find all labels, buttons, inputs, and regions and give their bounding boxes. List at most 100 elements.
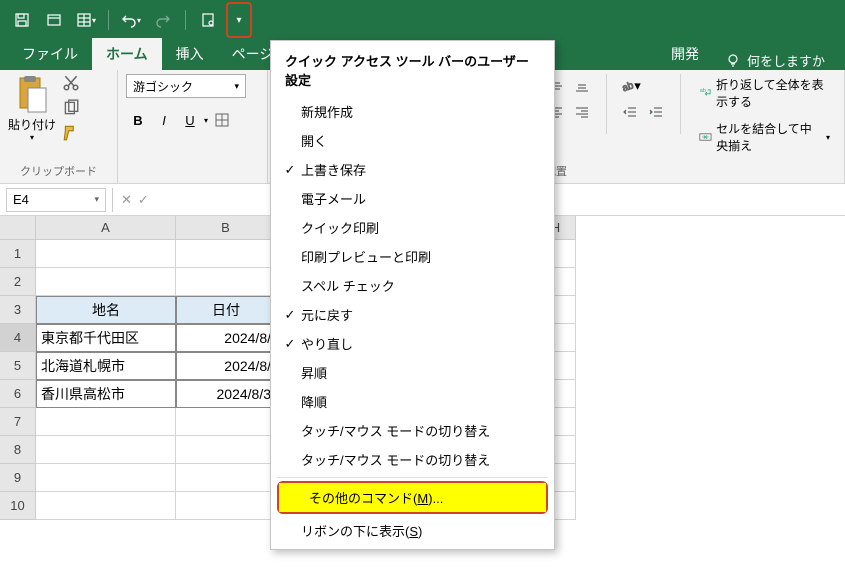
row-header-2[interactable]: 2 (0, 268, 36, 296)
clipboard-group-label: クリップボード (8, 163, 109, 179)
ribbon-group-clipboard: 貼り付け ▾ クリップボード (0, 70, 118, 183)
cell-A3[interactable]: 地名 (36, 296, 176, 324)
wrap-text-button[interactable]: ab 折り返して全体を表示する (693, 74, 836, 112)
column-header-B[interactable]: B (176, 216, 276, 240)
row-header-9[interactable]: 9 (0, 464, 36, 492)
svg-text:ab: ab (700, 88, 706, 94)
cell-B9[interactable] (176, 464, 276, 492)
menu-item-2[interactable]: ✓上書き保存 (271, 155, 554, 184)
tab-developer[interactable]: 開発 (657, 38, 713, 70)
menu-item-12[interactable]: タッチ/マウス モードの切り替え (271, 445, 554, 474)
redo-icon (149, 6, 177, 34)
merge-center-button[interactable]: セルを結合して中央揃え ▾ (693, 118, 836, 156)
check-icon: ✓ (279, 336, 301, 352)
menu-item-4[interactable]: クイック印刷 (271, 213, 554, 242)
svg-text:ab: ab (621, 80, 634, 93)
qat-customize-highlight: ▾ (226, 2, 252, 38)
cell-B7[interactable] (176, 408, 276, 436)
table-icon[interactable]: ▾ (72, 6, 100, 34)
cell-B6[interactable]: 2024/8/3 (176, 380, 276, 408)
row-header-6[interactable]: 6 (0, 380, 36, 408)
tab-file[interactable]: ファイル (8, 38, 92, 70)
menu-title: クイック アクセス ツール バーのユーザー設定 (271, 45, 554, 97)
bold-button[interactable]: B (126, 108, 150, 132)
qat-customize-menu: クイック アクセス ツール バーのユーザー設定 新規作成開く✓上書き保存電子メー… (270, 40, 555, 550)
cell-B8[interactable] (176, 436, 276, 464)
cell-A9[interactable] (36, 464, 176, 492)
separator (185, 10, 186, 30)
align-bottom-icon[interactable] (570, 74, 594, 98)
menu-item-0[interactable]: 新規作成 (271, 97, 554, 126)
row-header-5[interactable]: 5 (0, 352, 36, 380)
cut-icon[interactable] (62, 74, 80, 95)
tell-me-label: 何をしますか (747, 51, 825, 70)
lightbulb-icon (725, 53, 741, 69)
ribbon-group-font: 游ゴシック▾ B I U ▾ (118, 70, 268, 183)
row-header-10[interactable]: 10 (0, 492, 36, 520)
select-all-corner[interactable] (0, 216, 36, 240)
font-name-select[interactable]: 游ゴシック▾ (126, 74, 246, 98)
menu-item-10[interactable]: 降順 (271, 387, 554, 416)
row-header-3[interactable]: 3 (0, 296, 36, 324)
cell-A5[interactable]: 北海道札幌市 (36, 352, 176, 380)
cell-B3[interactable]: 日付 (176, 296, 276, 324)
more-commands-highlight: その他のコマンド(M)... (277, 481, 548, 514)
cell-A4[interactable]: 東京都千代田区 (36, 324, 176, 352)
menu-item-1[interactable]: 開く (271, 126, 554, 155)
cell-A1[interactable] (36, 240, 176, 268)
cell-A7[interactable] (36, 408, 176, 436)
decrease-indent-icon[interactable] (618, 100, 642, 124)
cell-A2[interactable] (36, 268, 176, 296)
menu-item-8[interactable]: ✓やり直し (271, 329, 554, 358)
increase-indent-icon[interactable] (644, 100, 668, 124)
menu-separator (277, 477, 548, 478)
format-painter-icon[interactable] (62, 124, 80, 145)
sheet-icon[interactable] (40, 6, 68, 34)
tell-me-search[interactable]: 何をしますか (713, 51, 837, 70)
enter-formula-icon[interactable]: ✓ (138, 192, 149, 208)
italic-button[interactable]: I (152, 108, 176, 132)
border-button[interactable] (210, 108, 234, 132)
menu-item-3[interactable]: 電子メール (271, 184, 554, 213)
preview-icon[interactable] (194, 6, 222, 34)
copy-icon[interactable] (62, 99, 80, 120)
cell-A6[interactable]: 香川県高松市 (36, 380, 176, 408)
menu-item-show-below-ribbon[interactable]: リボンの下に表示(S) (271, 516, 554, 545)
row-header-4[interactable]: 4 (0, 324, 36, 352)
row-header-1[interactable]: 1 (0, 240, 36, 268)
save-icon[interactable] (8, 6, 36, 34)
column-header-A[interactable]: A (36, 216, 176, 240)
cell-A8[interactable] (36, 436, 176, 464)
cell-B5[interactable]: 2024/8/ (176, 352, 276, 380)
cancel-formula-icon[interactable]: ✕ (121, 192, 132, 208)
row-header-7[interactable]: 7 (0, 408, 36, 436)
cell-B2[interactable] (176, 268, 276, 296)
underline-button[interactable]: U (178, 108, 202, 132)
check-icon: ✓ (279, 307, 301, 323)
tab-home[interactable]: ホーム (92, 38, 162, 70)
name-box[interactable]: E4▾ (6, 188, 106, 212)
menu-item-9[interactable]: 昇順 (271, 358, 554, 387)
qat-customize-dropdown[interactable]: ▾ (230, 6, 248, 34)
menu-item-6[interactable]: スペル チェック (271, 271, 554, 300)
cell-B4[interactable]: 2024/8/ (176, 324, 276, 352)
menu-item-11[interactable]: タッチ/マウス モードの切り替え (271, 416, 554, 445)
wrap-text-icon: ab (699, 85, 712, 101)
paste-label[interactable]: 貼り付け (8, 116, 56, 133)
cell-A10[interactable] (36, 492, 176, 520)
cell-B10[interactable] (176, 492, 276, 520)
paste-icon[interactable] (14, 74, 50, 116)
row-header-8[interactable]: 8 (0, 436, 36, 464)
align-right-icon[interactable] (570, 100, 594, 124)
quick-access-toolbar: ▾ ▾ ▾ (0, 0, 845, 40)
check-icon: ✓ (279, 162, 301, 178)
menu-item-more-commands[interactable]: その他のコマンド(M)... (279, 483, 546, 512)
tab-insert[interactable]: 挿入 (162, 38, 218, 70)
orientation-icon[interactable]: ab▾ (618, 74, 642, 98)
paste-dropdown[interactable]: ▾ (30, 133, 34, 142)
menu-item-7[interactable]: ✓元に戻す (271, 300, 554, 329)
undo-icon[interactable]: ▾ (117, 6, 145, 34)
cell-B1[interactable] (176, 240, 276, 268)
menu-item-5[interactable]: 印刷プレビューと印刷 (271, 242, 554, 271)
separator (108, 10, 109, 30)
